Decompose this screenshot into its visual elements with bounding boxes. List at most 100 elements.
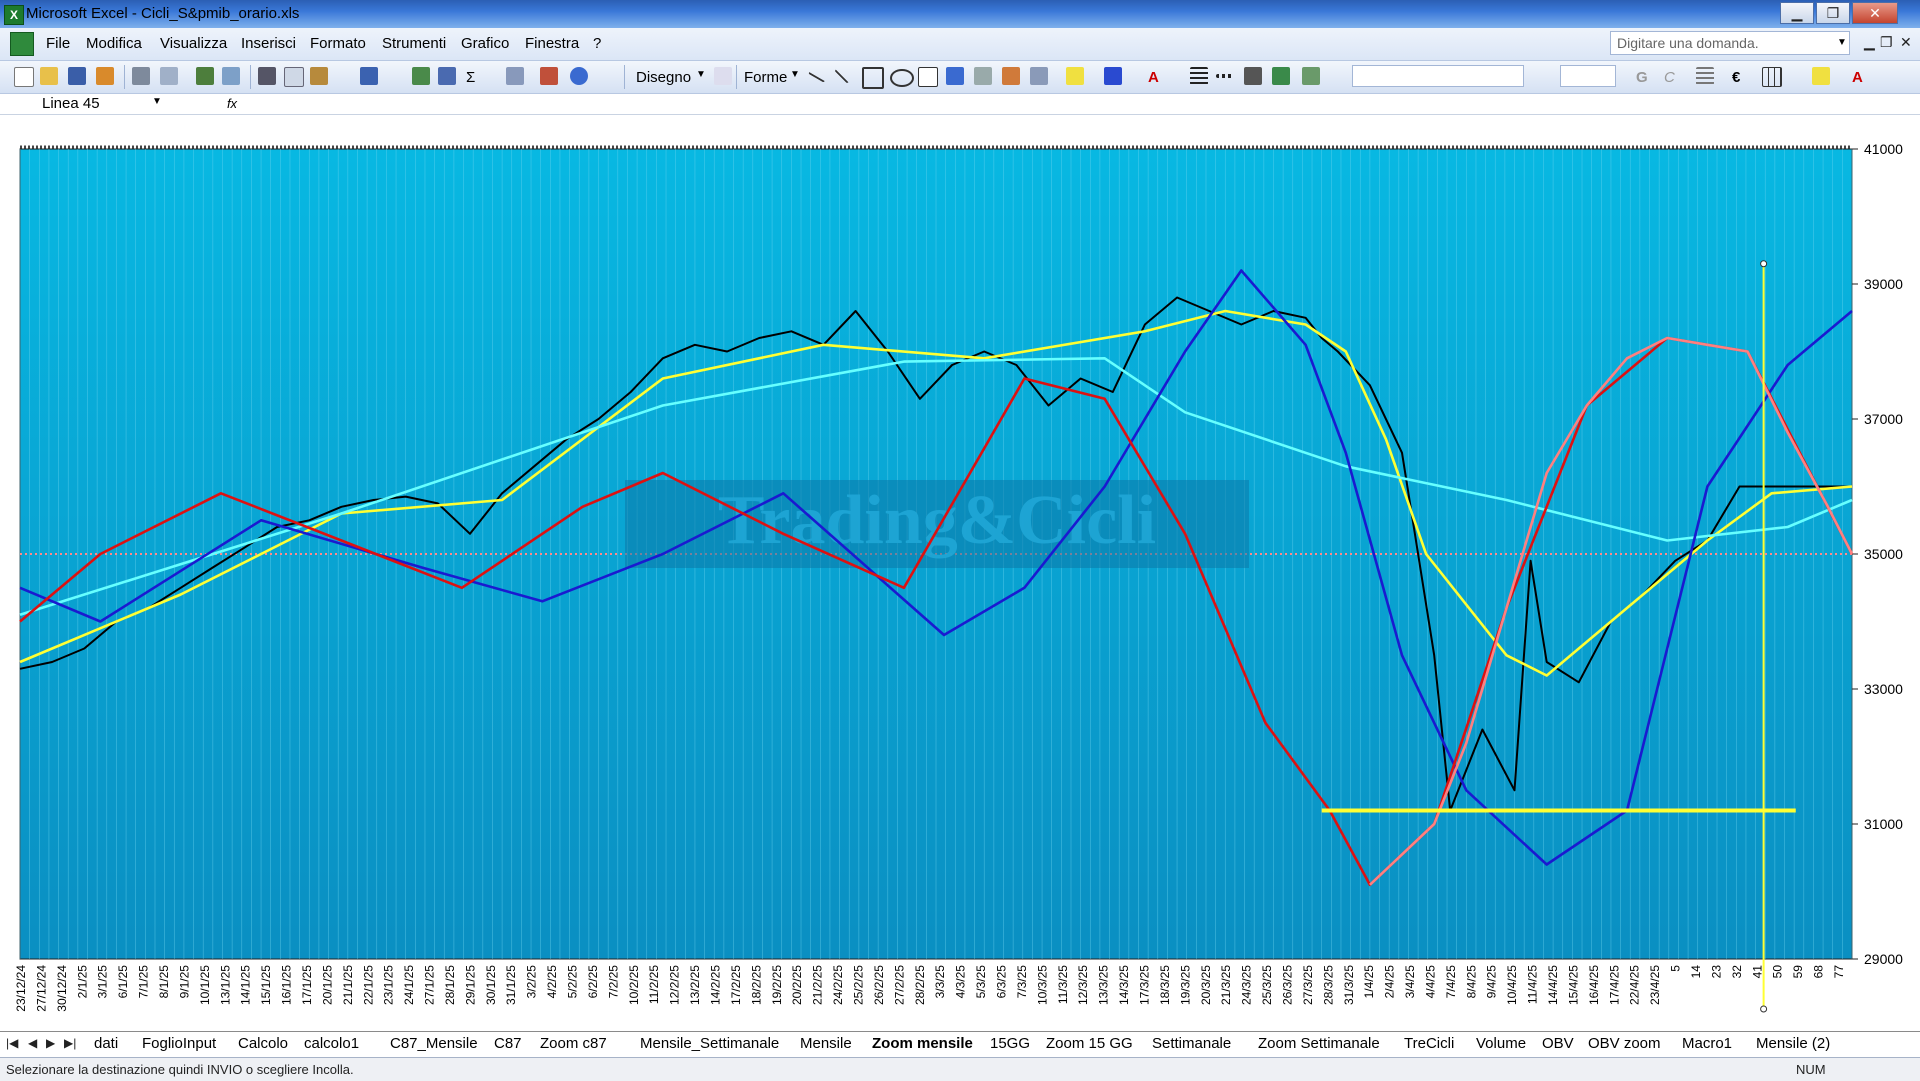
fill-icon[interactable] [1812,67,1830,85]
menu-finestra[interactable]: Finestra [525,35,579,52]
picture-icon[interactable] [1030,67,1048,85]
workbook-icon[interactable] [10,32,34,56]
spelling-icon[interactable] [196,67,214,85]
textbox-icon[interactable] [918,67,938,87]
last-sheet-icon[interactable]: ▶| [64,1036,76,1050]
menu-visualizza[interactable]: Visualizza [160,35,227,52]
fill-color-icon[interactable] [1066,67,1084,85]
oval-icon[interactable] [890,69,914,87]
x-tick-label: 3/4/25 [1403,965,1417,999]
3d-icon[interactable] [1302,67,1320,85]
print-preview-icon[interactable] [160,67,178,85]
sheet-tab[interactable]: Calcolo [238,1035,288,1052]
new-icon[interactable] [14,67,34,87]
chevron-down-icon[interactable]: ▼ [152,96,162,107]
research-icon[interactable] [222,67,240,85]
chart-area[interactable]: 29000 31000 33000 35000 37000 39000 41000 Tradi… [0,115,1920,1022]
shadow-icon[interactable] [1272,67,1290,85]
menu-modifica[interactable]: Modifica [86,35,142,52]
copy-icon[interactable] [284,67,304,87]
x-tick-label: 14/4/25 [1546,965,1560,1005]
restore-button[interactable]: ❐ [1816,2,1850,24]
menu-grafico[interactable]: Grafico [461,35,509,52]
arrow-style-icon[interactable] [1244,67,1262,85]
save-icon[interactable] [68,67,86,85]
shapes-menu-button[interactable]: Forme [744,69,787,86]
sheet-tab[interactable]: C87_Mensile [390,1035,478,1052]
sheet-tab[interactable]: Mensile_Settimanale [640,1035,779,1052]
paste-icon[interactable] [310,67,328,85]
workbook-restore-icon[interactable]: ❐ [1880,34,1893,51]
x-tick-label: 26/2/25 [872,965,886,1005]
line-icon[interactable] [808,63,830,83]
clipart-icon[interactable] [1002,67,1020,85]
sheet-tab[interactable]: Zoom Settimanale [1258,1035,1380,1052]
sheet-tab[interactable]: 15GG [990,1035,1030,1052]
line-style-icon[interactable] [1190,67,1208,85]
italic-icon[interactable]: C [1664,69,1675,86]
undo-icon[interactable] [360,67,378,85]
menu-file[interactable]: File [46,35,70,52]
workbook-minimize-icon[interactable]: ▁ [1864,34,1875,51]
menu-formato[interactable]: Formato [310,35,366,52]
next-sheet-icon[interactable]: ▶ [46,1036,55,1050]
sheet-tab[interactable]: Volume [1476,1035,1526,1052]
first-sheet-icon[interactable]: |◀ [6,1036,18,1050]
rectangle-icon[interactable] [862,67,884,89]
permission-icon[interactable] [96,67,114,85]
sheet-tab[interactable]: Mensile (2) [1756,1035,1830,1052]
open-icon[interactable] [40,67,58,85]
sheet-tab[interactable]: FoglioInput [142,1035,216,1052]
name-box[interactable]: Linea 45 [4,94,174,114]
font-color-icon-2[interactable]: A [1852,69,1863,86]
print-icon[interactable] [132,67,150,85]
euro-icon[interactable]: € [1732,69,1740,86]
sheet-tab[interactable]: Settimanale [1152,1035,1231,1052]
sort-icon[interactable] [506,67,524,85]
sheet-tab[interactable]: OBV zoom [1588,1035,1661,1052]
help-icon[interactable] [570,67,588,85]
chevron-down-icon[interactable]: ▼ [1834,31,1850,55]
sheet-tab[interactable]: Macro1 [1682,1035,1732,1052]
x-tick-label: 25/2/25 [852,965,866,1005]
ask-question-input[interactable]: Digitare una domanda. [1610,31,1850,55]
sheet-tab[interactable]: Zoom mensile [872,1035,973,1052]
arrow-icon[interactable] [834,62,856,84]
font-size-select[interactable] [1560,65,1616,87]
sheet-tab[interactable]: C87 [494,1035,522,1052]
minimize-button[interactable]: ▁ [1780,2,1814,24]
x-tick-label: 16/1/25 [280,965,294,1005]
workbook-close-icon[interactable]: ✕ [1900,34,1912,51]
autosum-icon[interactable]: Σ [466,69,475,86]
chart-wizard-icon[interactable] [540,67,558,85]
font-color-icon[interactable]: A [1148,69,1159,86]
prev-sheet-icon[interactable]: ◀ [28,1036,37,1050]
insert-hyperlink-icon[interactable] [412,67,430,85]
sheet-tab[interactable]: dati [94,1035,118,1052]
menu-help[interactable]: ? [593,35,601,52]
menu-strumenti[interactable]: Strumenti [382,35,446,52]
dash-style-icon[interactable] [1216,74,1234,78]
diagram-icon[interactable] [974,67,992,85]
sheet-tab[interactable]: calcolo1 [304,1035,359,1052]
menu-inserisci[interactable]: Inserisci [241,35,296,52]
sheet-tab[interactable]: Zoom c87 [540,1035,607,1052]
sheet-tab[interactable]: TreCicli [1404,1035,1454,1052]
draw-menu-button[interactable]: Disegno [636,69,691,86]
line-color-icon[interactable] [1104,67,1122,85]
research-globe-icon[interactable] [438,67,456,85]
font-name-select[interactable] [1352,65,1524,87]
wordart-icon[interactable] [946,67,964,85]
select-pointer-icon[interactable] [714,67,732,85]
excel-app-icon[interactable]: X [4,5,24,25]
sheet-tab[interactable]: Mensile [800,1035,852,1052]
sheet-tab[interactable]: Zoom 15 GG [1046,1035,1133,1052]
sheet-tab[interactable]: OBV [1542,1035,1574,1052]
close-button[interactable]: ✕ [1852,2,1898,24]
bold-icon[interactable]: G [1636,69,1648,86]
borders-icon[interactable] [1762,67,1782,87]
cut-icon[interactable] [258,67,276,85]
fx-icon[interactable]: fx [222,94,242,114]
align-icon[interactable] [1696,67,1714,85]
chart[interactable]: 29000310003300035000370003900041000Tradi… [0,115,1920,1022]
